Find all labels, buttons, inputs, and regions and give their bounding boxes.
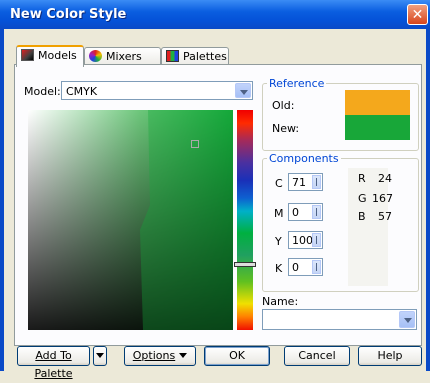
- m-value: 0: [292, 206, 299, 219]
- y-spin-arrows[interactable]: [312, 233, 321, 247]
- hue-slider[interactable]: [237, 110, 253, 330]
- c-spin-arrows[interactable]: [312, 175, 321, 189]
- picker-cursor[interactable]: [191, 140, 199, 148]
- help-label: Help: [377, 349, 403, 362]
- ok-label: OK: [229, 349, 245, 362]
- new-color-swatch: [345, 115, 410, 140]
- tab-palettes-label: Palettes: [183, 50, 227, 63]
- mixers-icon: [89, 50, 102, 62]
- tab-mixers[interactable]: Mixers: [84, 47, 161, 65]
- chevron-down-icon: [179, 353, 188, 358]
- c-spinner[interactable]: 71: [288, 173, 323, 191]
- k-spin-arrows[interactable]: [312, 260, 321, 274]
- window-title: New Color Style: [10, 7, 127, 22]
- m-spin-arrows[interactable]: [312, 205, 321, 219]
- m-label: M: [274, 207, 284, 220]
- palettes-icon: [166, 50, 179, 62]
- k-label: K: [275, 262, 283, 275]
- window-frame-left: [0, 29, 4, 371]
- old-label: Old:: [272, 99, 295, 112]
- close-button[interactable]: ✕: [407, 4, 428, 25]
- new-label: New:: [272, 122, 300, 135]
- c-value: 71: [292, 176, 306, 189]
- y-value: 100: [292, 234, 313, 247]
- color-picker-area[interactable]: [28, 110, 233, 330]
- chevron-down-icon: [96, 353, 104, 358]
- b-value: 57: [378, 210, 392, 223]
- models-icon: [21, 49, 34, 61]
- options-label: Options: [132, 349, 176, 362]
- options-button[interactable]: Options: [124, 346, 196, 366]
- chevron-down-icon[interactable]: [399, 311, 415, 328]
- k-spinner[interactable]: 0: [288, 258, 323, 276]
- g-label: G: [358, 192, 367, 205]
- reference-legend: Reference: [269, 77, 325, 90]
- old-color-swatch: [345, 90, 410, 115]
- b-label: B: [358, 210, 366, 223]
- cancel-button[interactable]: Cancel: [284, 346, 350, 366]
- y-spinner[interactable]: 100: [288, 231, 323, 249]
- r-label: R: [358, 172, 366, 185]
- window-frame-right: [426, 29, 430, 371]
- help-button[interactable]: Help: [358, 346, 422, 366]
- components-group: Components: [262, 152, 419, 292]
- k-value: 0: [292, 261, 299, 274]
- close-icon: ✕: [411, 7, 424, 23]
- components-legend: Components: [269, 152, 339, 165]
- add-to-palette-label: Add To Palette: [34, 349, 73, 380]
- add-to-palette-button[interactable]: Add To Palette: [17, 346, 90, 380]
- y-label: Y: [275, 235, 282, 248]
- add-to-palette-menu-button[interactable]: [93, 346, 107, 366]
- model-label: Model:: [24, 85, 61, 98]
- name-label: Name:: [262, 295, 299, 308]
- ok-button[interactable]: OK: [204, 346, 270, 366]
- tab-models[interactable]: Models: [16, 45, 84, 67]
- chevron-down-icon[interactable]: [235, 83, 251, 98]
- name-combo[interactable]: [262, 309, 417, 330]
- hue-slider-handle[interactable]: [234, 262, 256, 267]
- cancel-label: Cancel: [298, 349, 336, 362]
- m-spinner[interactable]: 0: [288, 203, 323, 221]
- title-bar[interactable]: New Color Style ✕: [0, 0, 430, 29]
- g-value: 167: [372, 192, 393, 205]
- model-value: CMYK: [66, 85, 98, 98]
- model-select[interactable]: CMYK: [61, 81, 253, 100]
- r-value: 24: [378, 172, 392, 185]
- tab-mixers-label: Mixers: [106, 50, 142, 63]
- rgb-readout-panel: [348, 168, 388, 286]
- tab-palettes[interactable]: Palettes: [161, 47, 229, 65]
- c-label: C: [275, 177, 283, 190]
- tab-models-label: Models: [38, 49, 77, 62]
